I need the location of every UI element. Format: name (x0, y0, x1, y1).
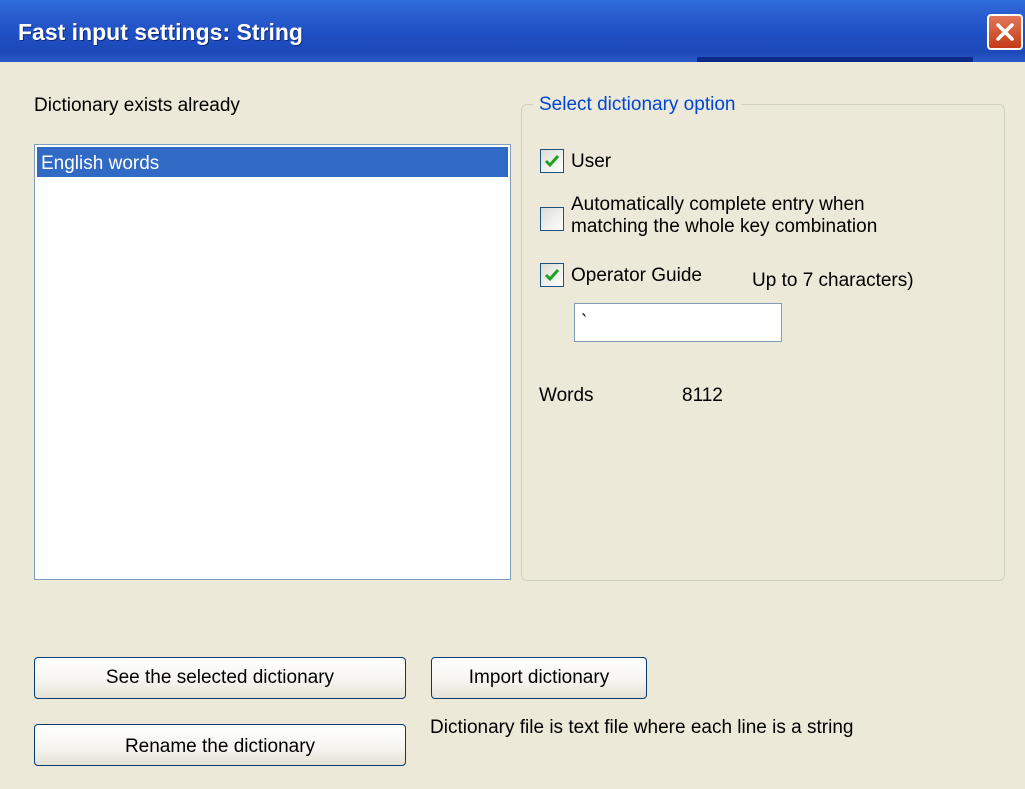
title-accent (697, 57, 973, 62)
list-item[interactable]: English words (37, 147, 508, 177)
import-dictionary-button[interactable]: Import dictionary (431, 657, 647, 699)
user-checkbox[interactable] (540, 149, 564, 173)
auto-complete-checkbox[interactable] (540, 207, 564, 231)
auto-complete-label: Automatically complete entry when matchi… (571, 194, 877, 238)
see-selected-dictionary-label: See the selected dictionary (105, 667, 335, 688)
dictionary-options-group (521, 104, 1005, 581)
rename-dictionary-label: Rename the dictionary (124, 736, 316, 757)
operator-guide-input[interactable] (574, 303, 782, 342)
title-bar: Fast input settings: String (0, 0, 1025, 62)
dictionary-listbox[interactable]: English words (34, 144, 511, 580)
group-legend: Select dictionary option (533, 94, 742, 116)
dictionary-list-label: Dictionary exists already (34, 95, 240, 116)
close-button[interactable] (987, 14, 1023, 50)
import-note: Dictionary file is text file where each … (430, 717, 854, 738)
operator-guide-hint: Up to 7 characters) (752, 270, 914, 291)
words-label: Words (539, 385, 594, 406)
import-dictionary-label: Import dictionary (468, 667, 610, 688)
checkmark-icon (544, 269, 560, 282)
operator-guide-label: Operator Guide (571, 265, 702, 286)
auto-complete-label-line1: Automatically complete entry when (571, 194, 865, 215)
words-count: 8112 (682, 385, 723, 406)
see-selected-dictionary-button[interactable]: See the selected dictionary (34, 657, 406, 699)
operator-guide-checkbox[interactable] (540, 263, 564, 287)
auto-complete-label-line2: matching the whole key combination (571, 216, 878, 237)
list-item-label: English words (41, 153, 160, 174)
window-title: Fast input settings: String (18, 19, 303, 45)
user-checkbox-label: User (571, 151, 612, 172)
close-icon (996, 23, 1014, 41)
checkmark-icon (544, 155, 560, 168)
rename-dictionary-button[interactable]: Rename the dictionary (34, 724, 406, 766)
